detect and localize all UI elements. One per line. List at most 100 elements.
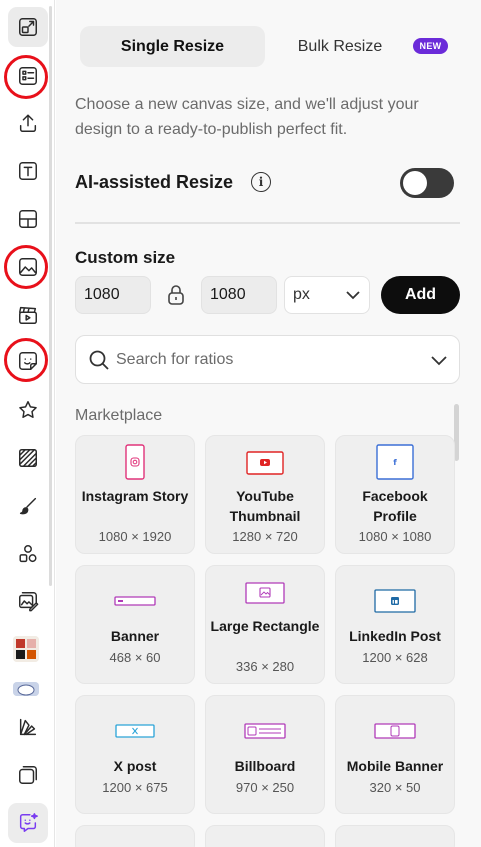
sidebar-scrollbar[interactable] xyxy=(49,6,52,586)
x-icon xyxy=(76,724,194,738)
marketplace-label: Marketplace xyxy=(75,407,163,424)
thumbnail-image-icon xyxy=(13,636,39,662)
ai-resize-row: AI-assisted Resize i xyxy=(75,168,460,198)
draw-button[interactable] xyxy=(8,486,48,526)
preset-card-partial[interactable] xyxy=(335,825,455,847)
preset-dims: 320 × 50 xyxy=(369,780,421,795)
lock-icon xyxy=(168,285,184,305)
sticker-button[interactable] xyxy=(8,341,48,381)
text-icon xyxy=(19,162,37,180)
pages-button[interactable] xyxy=(8,755,48,795)
star-icon xyxy=(19,401,37,418)
video-icon xyxy=(19,306,37,324)
width-input[interactable]: 1080 xyxy=(75,276,151,314)
preset-dims: 1200 × 675 xyxy=(102,780,168,795)
resize-description: Choose a new canvas size, and we'll adju… xyxy=(75,96,419,138)
layout-icon xyxy=(19,210,37,228)
ai-chat-button[interactable] xyxy=(8,803,48,843)
custom-size-label: Custom size xyxy=(75,248,176,267)
preset-name: Instagram Story xyxy=(81,488,189,504)
youtube-icon xyxy=(206,451,324,475)
text-button[interactable] xyxy=(8,151,48,191)
upload-icon xyxy=(19,114,37,132)
image-icon xyxy=(19,258,37,276)
ai-chat-icon xyxy=(19,813,38,832)
pattern-button[interactable] xyxy=(8,438,48,478)
preset-card-large-rectangle[interactable]: Large Rectangle 336 × 280 xyxy=(205,565,325,684)
chevron-down-icon xyxy=(346,291,360,300)
height-input[interactable]: 1080 xyxy=(201,276,277,314)
preset-dims: 1080 × 1920 xyxy=(98,529,172,544)
pages-icon xyxy=(19,766,37,784)
ratio-search[interactable] xyxy=(75,335,460,384)
instagram-icon xyxy=(76,444,194,480)
preset-card-linkedin-post[interactable]: LinkedIn Post 1200 × 628 xyxy=(335,565,455,684)
unit-select[interactable]: px xyxy=(284,276,370,314)
preset-dims: 970 × 250 xyxy=(235,780,295,795)
thumbnail-image-icon xyxy=(13,682,39,696)
billboard-icon xyxy=(206,723,324,739)
photo-edit-icon xyxy=(19,592,39,612)
brand-kit-icon xyxy=(19,718,37,736)
resize-mode-tabs: Single Resize Bulk Resize xyxy=(80,26,460,67)
preset-name: Facebook Profile xyxy=(362,488,428,524)
facebook-icon: f xyxy=(336,444,454,480)
video-button[interactable] xyxy=(8,295,48,335)
elements-icon xyxy=(19,545,37,563)
preset-name: YouTube Thumbnail xyxy=(229,488,301,524)
large-rectangle-icon xyxy=(206,582,324,604)
aspect-lock-button[interactable] xyxy=(166,284,186,306)
image-button[interactable] xyxy=(8,247,48,287)
preset-name: X post xyxy=(113,758,157,774)
upload-button[interactable] xyxy=(8,103,48,143)
resize-tool-button[interactable] xyxy=(8,7,48,47)
left-sidebar xyxy=(0,0,55,847)
tab-bulk-resize[interactable]: Bulk Resize xyxy=(265,26,415,67)
new-badge: NEW xyxy=(413,38,448,54)
sticker-icon xyxy=(19,352,37,370)
preset-card-banner[interactable]: Banner 468 × 60 xyxy=(75,565,195,684)
preset-name: Billboard xyxy=(234,758,296,774)
info-icon[interactable]: i xyxy=(251,172,271,192)
preset-card-mobile-banner[interactable]: Mobile Banner 320 × 50 xyxy=(335,695,455,814)
linkedin-icon xyxy=(336,589,454,613)
preset-card-facebook-profile[interactable]: f Facebook Profile 1080 × 1080 xyxy=(335,435,455,554)
section-divider xyxy=(75,222,460,224)
preset-dims: 336 × 280 xyxy=(235,659,295,674)
toggle-knob xyxy=(403,171,427,195)
chevron-down-icon[interactable] xyxy=(430,354,448,366)
preset-name: LinkedIn Post xyxy=(349,628,441,644)
preset-card-instagram-story[interactable]: Instagram Story 1080 × 1920 xyxy=(75,435,195,554)
banner-icon xyxy=(76,596,194,606)
photo-edit-button[interactable] xyxy=(8,581,48,621)
favorites-button[interactable] xyxy=(8,390,48,430)
resize-icon xyxy=(19,18,37,36)
brush-icon xyxy=(19,497,37,515)
preset-dims: 1200 × 628 xyxy=(362,650,428,665)
ai-resize-toggle[interactable] xyxy=(400,168,454,198)
preset-card-partial[interactable] xyxy=(75,825,195,847)
apps-thumbnail[interactable] xyxy=(13,636,39,662)
recent-thumbnail[interactable] xyxy=(13,682,39,696)
search-icon xyxy=(88,349,110,371)
mobile-banner-icon xyxy=(336,723,454,739)
tab-single-resize[interactable]: Single Resize xyxy=(80,26,265,67)
templates-button[interactable] xyxy=(8,56,48,96)
preset-name: Banner xyxy=(110,628,160,644)
layout-button[interactable] xyxy=(8,199,48,239)
templates-icon xyxy=(19,67,37,85)
preset-card-partial[interactable] xyxy=(205,825,325,847)
preset-card-x-post[interactable]: X post 1200 × 675 xyxy=(75,695,195,814)
elements-button[interactable] xyxy=(8,534,48,574)
brand-kit-button[interactable] xyxy=(8,707,48,747)
pattern-icon xyxy=(19,449,37,467)
preset-dims: 1280 × 720 xyxy=(232,529,298,544)
svg-text:f: f xyxy=(393,458,397,467)
preset-card-youtube-thumbnail[interactable]: YouTube Thumbnail 1280 × 720 xyxy=(205,435,325,554)
add-size-button[interactable]: Add xyxy=(381,276,460,314)
preset-dims: 468 × 60 xyxy=(109,650,161,665)
preset-dims: 1080 × 1080 xyxy=(358,529,432,544)
search-input[interactable] xyxy=(116,348,416,372)
preset-name: Large Rectangle xyxy=(210,618,320,634)
preset-card-billboard[interactable]: Billboard 970 × 250 xyxy=(205,695,325,814)
